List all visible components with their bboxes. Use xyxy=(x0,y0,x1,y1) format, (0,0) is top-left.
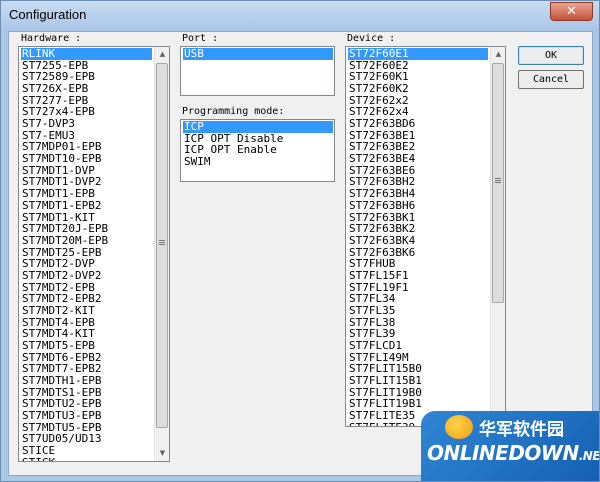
list-item[interactable]: ST72F63BH6 xyxy=(348,200,488,212)
list-item[interactable]: ST7MDTH1-EPB xyxy=(21,375,152,387)
programming-mode-listbox[interactable]: ICP ICP OPT Disable ICP OPT Enable SWIM xyxy=(180,119,335,182)
list-item[interactable]: ST7MDT2-KIT xyxy=(21,305,152,317)
brand-logo-icon xyxy=(445,415,473,439)
device-listbox[interactable]: ST72F60E1 ST72F60E2 ST72F60K1 ST72F60K2 ST72… xyxy=(345,46,506,427)
list-item[interactable]: ST72F63BD6 xyxy=(348,118,488,130)
title-bar[interactable]: Configuration ✕ xyxy=(1,1,599,31)
list-item[interactable]: SWIM xyxy=(183,156,333,168)
watermark-brand-name: ONLINEDOWN xyxy=(427,441,579,465)
grip-icon xyxy=(159,240,165,245)
list-item[interactable]: STICK xyxy=(21,457,152,461)
cancel-button[interactable]: Cancel xyxy=(518,70,584,89)
hardware-listbox[interactable]: RLINK ST7255-EPB ST72589-EPB ST726X-EPB ST72… xyxy=(18,46,170,462)
scroll-up-icon[interactable]: ▲ xyxy=(155,47,169,62)
list-item[interactable]: ST7MDT20M-EPB xyxy=(21,235,152,247)
list-item[interactable]: ST72F60K2 xyxy=(348,83,488,95)
port-label: Port : xyxy=(182,33,219,44)
watermark-brand-suffix: .NET xyxy=(578,449,599,463)
device-scrollbar[interactable]: ▲ ▼ xyxy=(490,47,505,426)
hardware-scrollbar[interactable]: ▲ ▼ xyxy=(154,47,169,461)
port-listbox[interactable]: USB xyxy=(180,46,335,96)
scroll-up-icon[interactable]: ▲ xyxy=(491,47,505,62)
scroll-thumb[interactable] xyxy=(156,63,168,428)
list-item[interactable]: ST7MDT2-DVP2 xyxy=(21,270,152,282)
configuration-dialog: Configuration ✕ Hardware : RLINK ST7255-E… xyxy=(0,0,600,482)
list-item[interactable]: ST7FL35 xyxy=(348,305,488,317)
onlinedown-watermark: 华军软件园 ONLINEDOWN.NET xyxy=(421,411,599,481)
list-item[interactable]: ST72F63BK4 xyxy=(348,235,488,247)
ok-button[interactable]: OK xyxy=(518,46,584,65)
list-item[interactable]: ST726X-EPB xyxy=(21,83,152,95)
scroll-down-icon[interactable]: ▼ xyxy=(155,446,169,461)
list-item[interactable]: RLINK xyxy=(21,48,152,60)
list-item[interactable]: ST7FLIT15B1 xyxy=(348,375,488,387)
list-item[interactable]: USB xyxy=(183,48,333,60)
device-label: Device : xyxy=(347,33,396,44)
list-item[interactable]: ST7-DVP3 xyxy=(21,118,152,130)
window-title: Configuration xyxy=(9,7,87,22)
programming-mode-label: Programming mode: xyxy=(182,106,285,117)
list-item[interactable]: ST72F60E1 xyxy=(348,48,488,60)
scroll-thumb[interactable] xyxy=(492,63,504,303)
list-item[interactable]: ST7MDT5-EPB xyxy=(21,340,152,352)
close-button[interactable]: ✕ xyxy=(550,2,593,21)
list-item[interactable]: ICP xyxy=(183,121,333,133)
watermark-brand-en: ONLINEDOWN.NET xyxy=(427,441,599,465)
watermark-brand-cn: 华军软件园 xyxy=(479,420,564,440)
list-item[interactable]: ST7MDTU3-EPB xyxy=(21,410,152,422)
list-item[interactable]: ST7FLCD1 xyxy=(348,340,488,352)
grip-icon xyxy=(495,178,501,183)
dialog-client-area: Hardware : RLINK ST7255-EPB ST72589-EPB ST7… xyxy=(8,31,593,476)
hardware-label: Hardware : xyxy=(21,33,82,44)
list-item[interactable]: ST7FL15F1 xyxy=(348,270,488,282)
list-item[interactable]: ST7MDT1-EPB2 xyxy=(21,200,152,212)
